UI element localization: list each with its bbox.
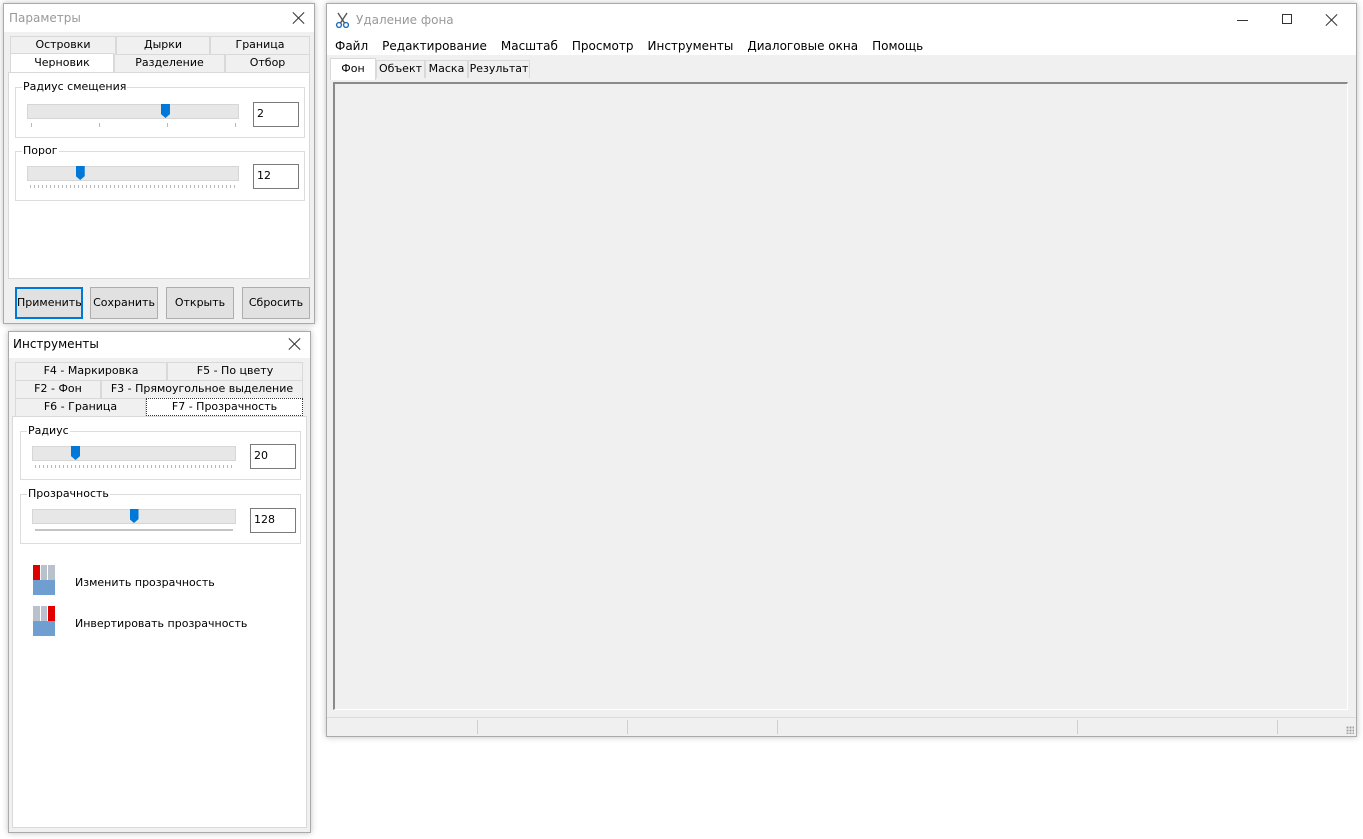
tab-object-view[interactable]: Объект bbox=[376, 60, 425, 78]
radius-input[interactable]: 20 bbox=[250, 444, 296, 469]
reset-button[interactable]: Сбросить bbox=[242, 287, 310, 319]
change-transparency-icon[interactable] bbox=[33, 565, 55, 595]
tools-window: Инструменты F4 - Маркировка F5 - По цвет… bbox=[8, 331, 311, 833]
scissors-icon bbox=[335, 12, 350, 28]
threshold-label: Порог bbox=[22, 144, 59, 157]
params-titlebar[interactable]: Параметры bbox=[4, 4, 314, 32]
offset-radius-ticks bbox=[31, 123, 237, 127]
menu-edit[interactable]: Редактирование bbox=[375, 37, 494, 55]
tab-holes[interactable]: Дырки bbox=[116, 36, 210, 54]
tab-selection[interactable]: Отбор bbox=[225, 54, 310, 72]
main-close-icon[interactable] bbox=[1325, 13, 1339, 27]
menubar: Файл Редактирование Масштаб Просмотр Инс… bbox=[328, 37, 930, 55]
radius-label: Радиус bbox=[27, 424, 70, 437]
minimize-icon[interactable] bbox=[1237, 20, 1248, 21]
transparency-tick-bar bbox=[35, 529, 233, 531]
transparency-input[interactable]: 128 bbox=[250, 508, 296, 533]
apply-button[interactable]: Применить bbox=[15, 287, 83, 319]
tools-tabs-row3: F6 - Граница F7 - Прозрачность bbox=[15, 398, 303, 416]
open-button[interactable]: Открыть bbox=[166, 287, 234, 319]
params-panel: Радиус смещения 2 Порог 12 bbox=[8, 72, 310, 279]
params-close-icon[interactable] bbox=[292, 11, 306, 25]
tools-titlebar[interactable]: Инструменты bbox=[9, 332, 310, 358]
tools-title: Инструменты bbox=[13, 337, 99, 351]
params-window: Параметры Островки Дырки Граница Чернови… bbox=[3, 3, 315, 324]
radius-group: Радиус 20 bbox=[20, 424, 301, 480]
tab-border-tool[interactable]: F6 - Граница bbox=[15, 398, 146, 416]
threshold-ticks bbox=[30, 185, 238, 188]
menu-zoom[interactable]: Масштаб bbox=[494, 37, 565, 55]
radius-ticks bbox=[35, 465, 233, 468]
menu-view[interactable]: Просмотр bbox=[565, 37, 641, 55]
transparency-label: Прозрачность bbox=[27, 487, 110, 500]
params-tabs-row1: Островки Дырки Граница bbox=[10, 36, 310, 54]
threshold-track[interactable] bbox=[27, 166, 239, 181]
save-button[interactable]: Сохранить bbox=[90, 287, 158, 319]
tools-panel: Радиус 20 Прозрачность 128 Изменить проз… bbox=[12, 416, 307, 828]
offset-radius-group: Радиус смещения 2 bbox=[15, 80, 305, 138]
tab-border[interactable]: Граница bbox=[210, 36, 310, 54]
tab-mask-view[interactable]: Маска bbox=[425, 60, 468, 78]
menu-help[interactable]: Помощь bbox=[865, 37, 930, 55]
tab-separation[interactable]: Разделение bbox=[114, 54, 225, 72]
params-title: Параметры bbox=[9, 11, 81, 25]
maximize-icon[interactable] bbox=[1282, 14, 1292, 24]
offset-radius-input[interactable]: 2 bbox=[253, 102, 299, 127]
offset-radius-label: Радиус смещения bbox=[22, 80, 128, 93]
tab-background[interactable]: F2 - Фон bbox=[15, 380, 101, 398]
transparency-group: Прозрачность 128 bbox=[20, 487, 301, 544]
tab-islands[interactable]: Островки bbox=[10, 36, 116, 54]
threshold-group: Порог 12 bbox=[15, 144, 305, 201]
tab-result-view[interactable]: Результат bbox=[468, 60, 530, 78]
statusbar bbox=[327, 717, 1356, 736]
invert-transparency-label[interactable]: Инвертировать прозрачность bbox=[75, 617, 247, 630]
main-content: Фон Объект Маска Результат bbox=[327, 55, 1356, 718]
tools-close-icon[interactable] bbox=[288, 337, 302, 351]
threshold-input[interactable]: 12 bbox=[253, 164, 299, 189]
image-canvas[interactable] bbox=[333, 82, 1348, 710]
main-window: Удаление фона Файл Редактирование Масшта… bbox=[326, 3, 1357, 737]
tab-by-color[interactable]: F5 - По цвету bbox=[167, 362, 303, 380]
radius-track[interactable] bbox=[32, 446, 236, 461]
change-transparency-label[interactable]: Изменить прозрачность bbox=[75, 576, 215, 589]
resize-grip-icon[interactable] bbox=[1346, 726, 1354, 734]
offset-radius-track[interactable] bbox=[27, 104, 239, 119]
menu-dialogs[interactable]: Диалоговые окна bbox=[740, 37, 865, 55]
main-titlebar[interactable]: Удаление фона bbox=[327, 4, 1356, 36]
tab-marking[interactable]: F4 - Маркировка bbox=[15, 362, 167, 380]
tools-tabs-row1: F4 - Маркировка F5 - По цвету bbox=[15, 362, 303, 380]
menu-file[interactable]: Файл bbox=[328, 37, 375, 55]
main-title: Удаление фона bbox=[356, 13, 454, 27]
tab-bg-view[interactable]: Фон bbox=[330, 58, 376, 80]
tab-draft[interactable]: Черновик bbox=[10, 53, 114, 73]
tools-tabs-row2: F2 - Фон F3 - Прямоугольное выделение bbox=[15, 380, 303, 398]
tab-transparency[interactable]: F7 - Прозрачность bbox=[146, 398, 303, 416]
params-tabs-row2: Черновик Разделение Отбор bbox=[10, 53, 310, 73]
tab-rect-selection[interactable]: F3 - Прямоугольное выделение bbox=[101, 380, 303, 398]
menu-tools[interactable]: Инструменты bbox=[641, 37, 741, 55]
main-tabs: Фон Объект Маска Результат bbox=[330, 58, 530, 80]
invert-transparency-icon[interactable] bbox=[33, 606, 55, 636]
